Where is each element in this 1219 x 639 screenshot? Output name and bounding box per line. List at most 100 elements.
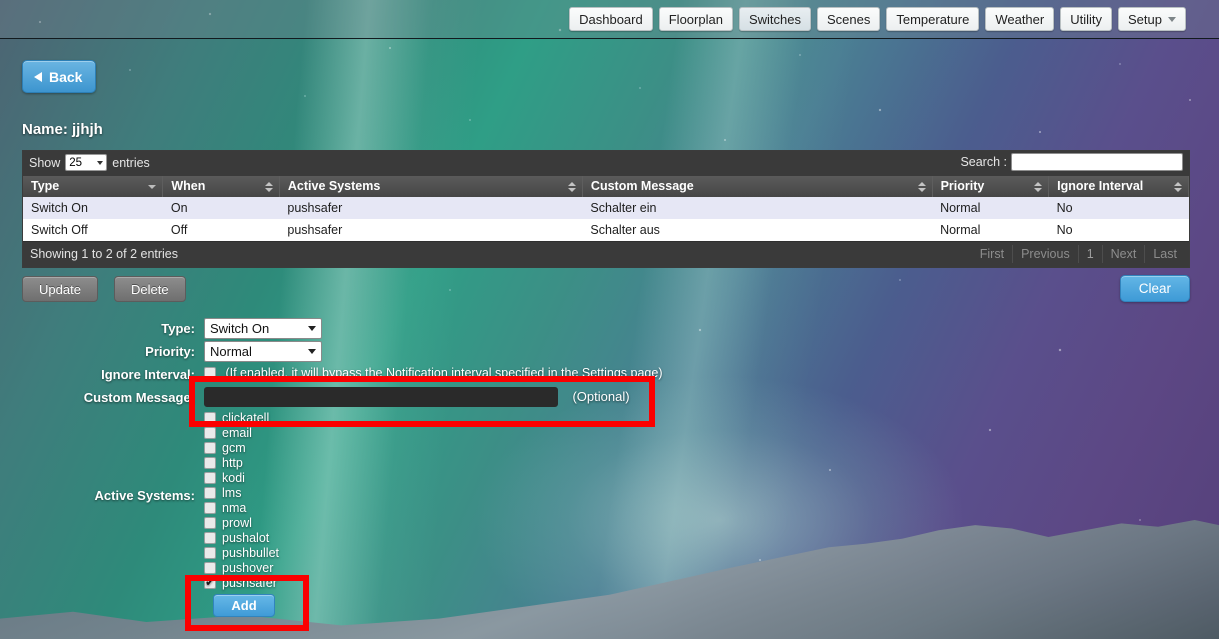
page-title: Name: jjhjh <box>22 121 103 138</box>
system-label: pushsafer <box>222 576 277 590</box>
nav-item-setup[interactable]: Setup <box>1118 7 1186 31</box>
system-checkbox-pushbullet[interactable] <box>204 547 216 559</box>
table-row[interactable]: Switch OnOnpushsaferSchalter einNormalNo <box>23 197 1189 219</box>
system-checkbox-prowl[interactable] <box>204 517 216 529</box>
sort-both-icon <box>265 182 273 192</box>
entries-label: entries <box>112 156 150 170</box>
custom-message-row: Custom Message: (Optional) <box>0 387 1219 408</box>
priority-select[interactable]: Normal <box>204 341 322 362</box>
table-row[interactable]: Switch OffOffpushsaferSchalter ausNormal… <box>23 219 1189 241</box>
nav-item-label: Temperature <box>896 12 969 27</box>
cell-type: Switch Off <box>23 219 163 241</box>
system-checkbox-clickatell[interactable] <box>204 412 216 424</box>
cell-systems: pushsafer <box>279 219 582 241</box>
nav-item-label: Utility <box>1070 12 1102 27</box>
sort-desc-icon <box>148 185 156 189</box>
column-header-active-systems[interactable]: Active Systems <box>279 176 582 197</box>
system-checkbox-kodi[interactable] <box>204 472 216 484</box>
system-item-pushalot[interactable]: pushalot <box>204 532 1219 544</box>
sort-both-icon <box>918 182 926 192</box>
table-body: Switch OnOnpushsaferSchalter einNormalNo… <box>23 197 1189 241</box>
add-button[interactable]: Add <box>213 594 275 617</box>
cell-systems: pushsafer <box>279 197 582 219</box>
system-item-pushsafer[interactable]: pushsafer <box>204 577 1219 589</box>
back-button-label: Back <box>49 69 82 85</box>
search-input[interactable] <box>1011 153 1183 171</box>
active-systems-row: Active Systems: clickatellemailgcmhttpko… <box>0 412 1219 589</box>
system-checkbox-gcm[interactable] <box>204 442 216 454</box>
pagination-1[interactable]: 1 <box>1079 245 1103 263</box>
system-item-nma[interactable]: nma <box>204 502 1219 514</box>
system-checkbox-nma[interactable] <box>204 502 216 514</box>
chevron-down-icon <box>308 326 316 331</box>
column-header-when[interactable]: When <box>163 176 280 197</box>
system-item-pushbullet[interactable]: pushbullet <box>204 547 1219 559</box>
ignore-interval-hint: (If enabled, it will bypass the Notifica… <box>225 366 662 380</box>
cell-priority: Normal <box>932 197 1049 219</box>
system-item-email[interactable]: email <box>204 427 1219 439</box>
nav-item-label: Dashboard <box>579 12 643 27</box>
system-checkbox-email[interactable] <box>204 427 216 439</box>
ignore-interval-checkbox[interactable] <box>204 367 216 379</box>
pagination-first[interactable]: First <box>972 245 1013 263</box>
system-item-lms[interactable]: lms <box>204 487 1219 499</box>
column-header-ignore-interval[interactable]: Ignore Interval <box>1049 176 1189 197</box>
active-systems-control: clickatell email gcm http kodi lms nma prowl pus… <box>204 412 1219 589</box>
priority-row: Priority: Normal <box>0 341 1219 362</box>
nav-item-temperature[interactable]: Temperature <box>886 7 979 31</box>
system-checkbox-http[interactable] <box>204 457 216 469</box>
system-item-clickatell[interactable]: clickatell <box>204 412 1219 424</box>
nav-item-switches[interactable]: Switches <box>739 7 811 31</box>
system-item-gcm[interactable]: gcm <box>204 442 1219 454</box>
cell-priority: Normal <box>932 219 1049 241</box>
custom-message-input[interactable] <box>204 387 558 407</box>
column-header-label: Type <box>31 179 59 193</box>
pagination: FirstPrevious1NextLast <box>972 245 1185 263</box>
nav-item-label: Scenes <box>827 12 870 27</box>
system-label: pushalot <box>222 531 269 545</box>
pagination-next[interactable]: Next <box>1103 245 1146 263</box>
system-item-kodi[interactable]: kodi <box>204 472 1219 484</box>
priority-control: Normal <box>204 341 1219 362</box>
column-header-type[interactable]: Type <box>23 176 163 197</box>
column-header-label: Priority <box>941 179 985 193</box>
nav-item-utility[interactable]: Utility <box>1060 7 1112 31</box>
system-item-http[interactable]: http <box>204 457 1219 469</box>
ignore-interval-row: Ignore Interval: (If enabled, it will by… <box>0 364 1219 385</box>
system-checkbox-pushsafer[interactable] <box>204 577 216 589</box>
nav-item-dashboard[interactable]: Dashboard <box>569 7 653 31</box>
nav-item-label: Switches <box>749 12 801 27</box>
nav-item-floorplan[interactable]: Floorplan <box>659 7 733 31</box>
type-label: Type: <box>0 318 204 339</box>
system-checkbox-lms[interactable] <box>204 487 216 499</box>
nav-item-scenes[interactable]: Scenes <box>817 7 880 31</box>
column-header-custom-message[interactable]: Custom Message <box>582 176 932 197</box>
system-checkbox-pushover[interactable] <box>204 562 216 574</box>
system-item-prowl[interactable]: prowl <box>204 517 1219 529</box>
clear-button[interactable]: Clear <box>1120 275 1190 302</box>
system-label: nma <box>222 501 246 515</box>
delete-button[interactable]: Delete <box>114 276 186 302</box>
system-label: clickatell <box>222 411 269 425</box>
ignore-interval-label: Ignore Interval: <box>0 364 204 385</box>
pagination-last[interactable]: Last <box>1145 245 1185 263</box>
nav-links: Dashboard Floorplan Switches Scenes Temperat… <box>569 7 1186 31</box>
column-header-label: Custom Message <box>591 179 694 193</box>
ignore-interval-control: (If enabled, it will bypass the Notifica… <box>204 364 1219 382</box>
priority-select-value: Normal <box>210 344 252 359</box>
column-header-priority[interactable]: Priority <box>932 176 1049 197</box>
show-entries-control: Show 25 entries <box>29 154 150 171</box>
table-footer: Showing 1 to 2 of 2 entries FirstPreviou… <box>23 241 1189 267</box>
chevron-down-icon <box>97 161 103 165</box>
system-label: pushover <box>222 561 273 575</box>
nav-item-weather[interactable]: Weather <box>985 7 1054 31</box>
page-length-select[interactable]: 25 <box>65 154 107 171</box>
system-item-pushover[interactable]: pushover <box>204 562 1219 574</box>
chevron-down-icon <box>308 349 316 354</box>
pagination-previous[interactable]: Previous <box>1013 245 1079 263</box>
back-button[interactable]: Back <box>22 60 96 93</box>
system-checkbox-pushalot[interactable] <box>204 532 216 544</box>
update-button[interactable]: Update <box>22 276 98 302</box>
show-label: Show <box>29 156 60 170</box>
type-select[interactable]: Switch On <box>204 318 322 339</box>
